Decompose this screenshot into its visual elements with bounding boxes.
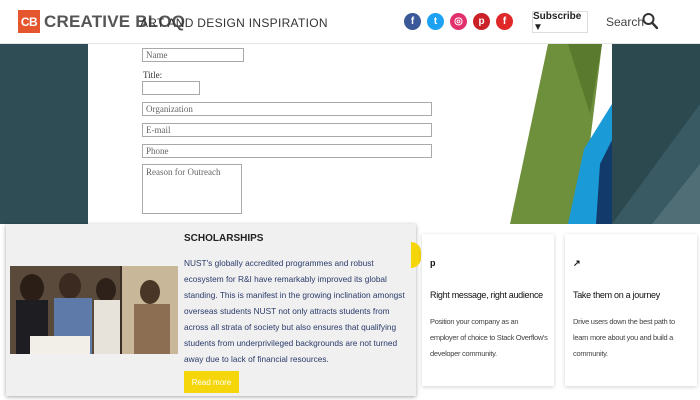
feature-card-text: Position your company as an employer of … [430, 317, 548, 358]
reason-textarea[interactable]: Reason for Outreach [142, 164, 242, 214]
scholarships-title: SCHOLARSHIPS [184, 233, 264, 244]
backdrop-right [612, 44, 700, 224]
outreach-form: Name Title: Organization E-mail Phone Re… [88, 44, 510, 224]
scholarships-card: SCHOLARSHIPS NUST's globally accredited … [6, 224, 416, 396]
backdrop-left [0, 44, 88, 224]
students-photo [10, 266, 178, 354]
instagram-icon[interactable]: ◎ [450, 13, 467, 30]
page: CB CREATIVE BLOQ ART AND DESIGN INSPIRAT… [0, 0, 700, 400]
search-label[interactable]: Search [606, 15, 644, 29]
message-icon: p [430, 258, 436, 268]
facebook-icon[interactable]: f [404, 13, 421, 30]
backdrop-shapes [612, 44, 700, 224]
twitter-icon[interactable]: t [427, 13, 444, 30]
scholarships-text: NUST's globally accredited programmes an… [184, 258, 405, 364]
title-label: Title: [143, 70, 163, 80]
site-header: CB CREATIVE BLOQ ART AND DESIGN INSPIRAT… [0, 0, 700, 44]
feature-card-text: Drive users down the best path to learn … [573, 317, 675, 358]
pinterest-icon[interactable]: p [473, 13, 490, 30]
email-field[interactable]: E-mail [142, 123, 432, 137]
organization-field[interactable]: Organization [142, 102, 432, 116]
title-field[interactable] [142, 81, 200, 95]
feature-card-title: Right message, right audience [430, 290, 543, 300]
subscribe-button[interactable]: Subscribe ▼ [532, 11, 588, 33]
read-more-button[interactable]: Read more [184, 371, 239, 393]
search-icon[interactable] [642, 12, 658, 30]
phone-field[interactable]: Phone [142, 144, 432, 158]
tagline: ART AND DESIGN INSPIRATION [140, 16, 328, 30]
logo-mark[interactable]: CB [18, 10, 40, 33]
name-field[interactable]: Name [142, 48, 244, 62]
feature-card-journey[interactable]: ↗ Take them on a journey Drive users dow… [565, 234, 697, 386]
side-tab-handle[interactable] [411, 242, 421, 268]
feature-card-title: Take them on a journey [573, 290, 660, 300]
flipboard-icon[interactable]: f [496, 13, 513, 30]
feature-card-audience[interactable]: p Right message, right audience Position… [422, 234, 554, 386]
journey-icon: ↗ [573, 258, 581, 268]
decorative-artwork [510, 44, 612, 224]
